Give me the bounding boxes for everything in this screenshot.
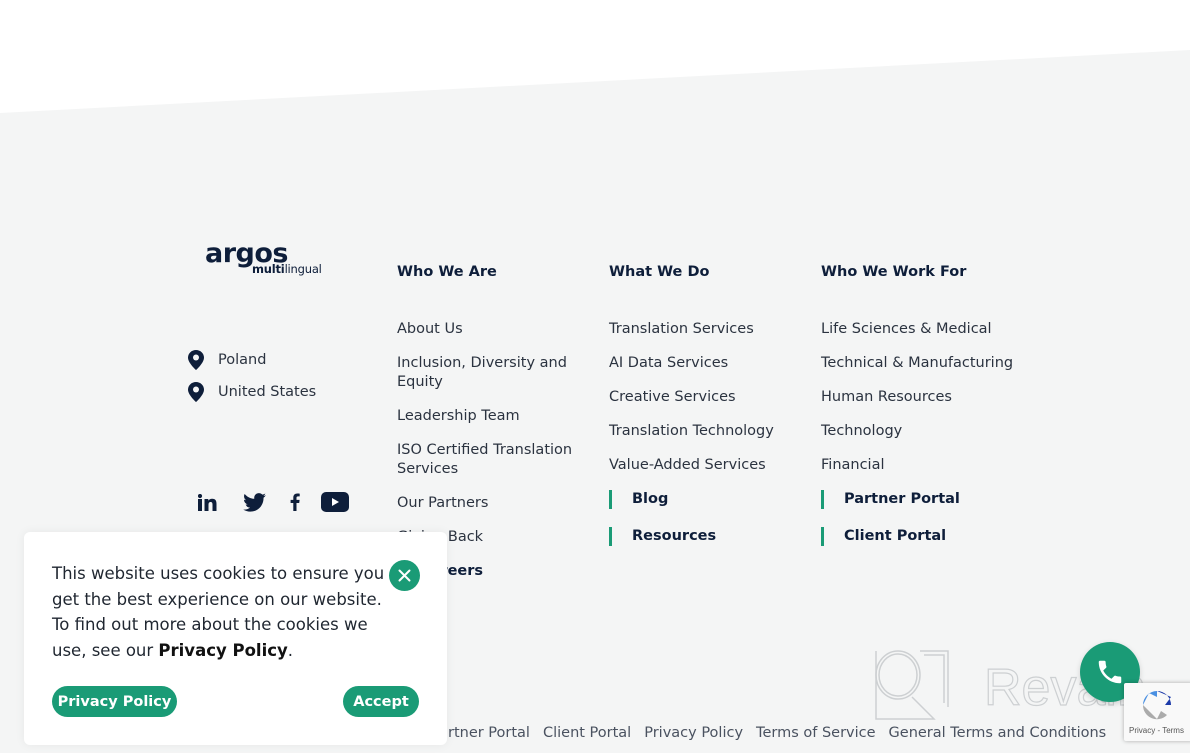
- cookie-message: This website uses cookies to ensure you …: [52, 561, 387, 663]
- footer-column-what-we-do: What We Do Translation Services AI Data …: [609, 264, 799, 564]
- map-pin-icon: [188, 350, 204, 370]
- footer-link-ai-data[interactable]: AI Data Services: [609, 354, 799, 373]
- footer-link-life-sciences[interactable]: Life Sciences & Medical: [821, 320, 1021, 339]
- footer-link-technical[interactable]: Technical & Manufacturing: [821, 354, 1021, 373]
- facebook-link[interactable]: [289, 488, 301, 516]
- twitter-link[interactable]: [241, 488, 267, 516]
- footer-link-client-portal[interactable]: Client Portal: [821, 527, 1021, 546]
- location-poland[interactable]: Poland: [188, 350, 266, 370]
- footer-link-inclusion[interactable]: Inclusion, Diversity and Equity: [397, 354, 577, 392]
- footer-link-value-added[interactable]: Value-Added Services: [609, 456, 799, 475]
- linkedin-icon: [197, 493, 216, 511]
- footer-link-blog[interactable]: Blog: [609, 490, 799, 509]
- social-links: [196, 488, 349, 516]
- footer-bottom-links: Partner Portal Client Portal Privacy Pol…: [431, 725, 1119, 741]
- youtube-link[interactable]: [321, 488, 349, 516]
- cookie-message-period: .: [287, 640, 294, 660]
- bottom-link-privacy-policy[interactable]: Privacy Policy: [644, 725, 743, 741]
- location-label: United States: [218, 384, 317, 400]
- cookie-banner: This website uses cookies to ensure you …: [24, 532, 447, 745]
- bottom-link-general-terms[interactable]: General Terms and Conditions: [889, 725, 1107, 741]
- map-pin-icon: [188, 382, 204, 402]
- recaptcha-icon: [1142, 691, 1171, 720]
- footer-column-who-we-work-for: Who We Work For Life Sciences & Medical …: [821, 264, 1021, 564]
- argos-logo[interactable]: argos multilingual: [205, 238, 325, 282]
- logo-sub-bold: multi: [252, 262, 285, 276]
- footer-link-financial[interactable]: Financial: [821, 456, 1021, 475]
- bottom-link-terms-of-service[interactable]: Terms of Service: [756, 725, 875, 741]
- column-heading: Who We Work For: [821, 264, 967, 280]
- footer-link-technology[interactable]: Technology: [821, 422, 1021, 441]
- cookie-close-button[interactable]: [389, 560, 420, 591]
- footer-link-leadership[interactable]: Leadership Team: [397, 407, 577, 426]
- column-heading: What We Do: [609, 264, 710, 280]
- footer-link-partners[interactable]: Our Partners: [397, 494, 577, 513]
- phone-icon: [1098, 660, 1122, 684]
- footer-link-hr[interactable]: Human Resources: [821, 388, 1021, 407]
- footer-link-translation-services[interactable]: Translation Services: [609, 320, 799, 339]
- footer-link-creative[interactable]: Creative Services: [609, 388, 799, 407]
- linkedin-link[interactable]: [196, 488, 218, 516]
- accept-button[interactable]: Accept: [343, 686, 419, 717]
- recaptcha-badge[interactable]: Privacy - Terms: [1124, 683, 1190, 741]
- logo-subtitle: multilingual: [252, 262, 322, 276]
- footer-link-partner-portal[interactable]: Partner Portal: [821, 490, 1021, 509]
- footer-link-about-us[interactable]: About Us: [397, 320, 577, 339]
- privacy-policy-button[interactable]: Privacy Policy: [52, 686, 177, 717]
- cookie-privacy-link[interactable]: Privacy Policy: [158, 641, 287, 660]
- column-heading: Who We Are: [397, 264, 497, 280]
- footer-link-translation-tech[interactable]: Translation Technology: [609, 422, 799, 441]
- close-icon: [398, 569, 411, 582]
- location-label: Poland: [218, 352, 267, 368]
- footer-link-iso[interactable]: ISO Certified Translation Services: [397, 441, 577, 479]
- footer-link-resources[interactable]: Resources: [609, 527, 799, 546]
- twitter-icon: [242, 492, 266, 512]
- facebook-icon: [290, 493, 300, 511]
- logo-sub-rest: lingual: [284, 262, 322, 276]
- location-united-states[interactable]: United States: [188, 382, 316, 402]
- bottom-link-client-portal[interactable]: Client Portal: [543, 725, 631, 741]
- recaptcha-text[interactable]: Privacy - Terms: [1129, 726, 1184, 735]
- youtube-icon: [321, 492, 349, 512]
